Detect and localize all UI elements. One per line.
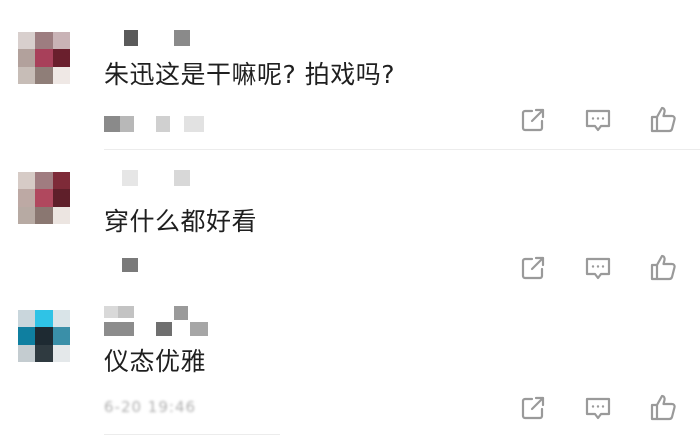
reply-button[interactable] — [581, 103, 615, 137]
reply-icon — [585, 257, 611, 280]
comment-item: 朱迅这是干嘛呢? 拍戏吗? — [0, 0, 700, 150]
share-button[interactable] — [516, 391, 550, 425]
share-icon — [521, 396, 545, 420]
comment-actions — [500, 103, 700, 139]
like-button[interactable] — [646, 251, 680, 285]
comment-text: 仪态优雅 — [104, 347, 207, 376]
reply-icon — [585, 109, 611, 132]
comment-meta: 6-20 19:46 — [104, 398, 244, 418]
share-icon — [521, 108, 545, 132]
comment-meta — [104, 116, 224, 136]
reply-button[interactable] — [581, 251, 615, 285]
avatar[interactable] — [18, 310, 70, 362]
username[interactable] — [104, 306, 224, 336]
avatar[interactable] — [18, 172, 70, 224]
comment-item: 穿什么都好看 — [0, 150, 700, 290]
like-icon — [650, 106, 676, 133]
share-icon — [521, 256, 545, 280]
comment-text: 穿什么都好看 — [104, 207, 258, 236]
comment-meta — [104, 258, 224, 278]
share-button[interactable] — [516, 103, 550, 137]
avatar[interactable] — [18, 32, 70, 84]
comment-actions — [500, 251, 700, 287]
like-button[interactable] — [646, 391, 680, 425]
share-button[interactable] — [516, 251, 550, 285]
like-icon — [650, 254, 676, 281]
like-icon — [650, 394, 676, 421]
reply-icon — [585, 397, 611, 420]
like-button[interactable] — [646, 103, 680, 137]
comment-time: 6-20 19:46 — [104, 398, 197, 416]
comment-text: 朱迅这是干嘛呢? 拍戏吗? — [104, 60, 395, 89]
divider — [104, 434, 280, 435]
comment-item: 仪态优雅 6-20 19:46 — [0, 290, 700, 446]
username[interactable] — [104, 30, 204, 48]
reply-button[interactable] — [581, 391, 615, 425]
username[interactable] — [104, 170, 204, 188]
comment-actions — [500, 391, 700, 427]
